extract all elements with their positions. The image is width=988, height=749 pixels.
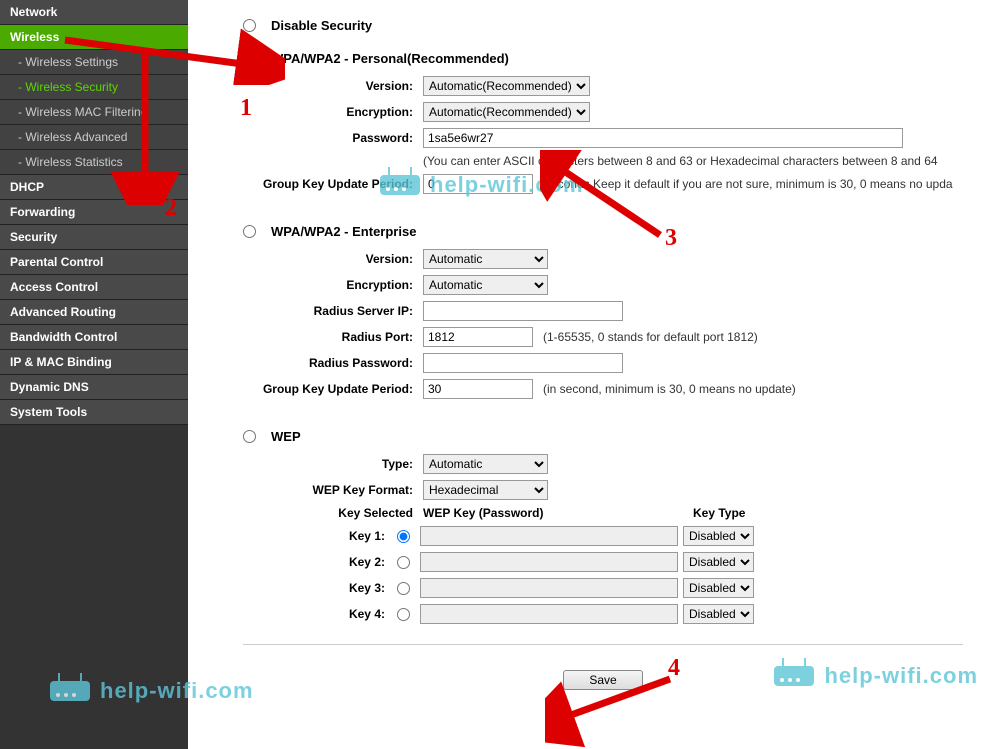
radius-port-hint: (1-65535, 0 stands for default port 1812… bbox=[543, 330, 758, 344]
ent-gkup-label: Group Key Update Period: bbox=[243, 382, 423, 396]
password-label: Password: bbox=[243, 131, 423, 145]
nav-wireless-security[interactable]: - Wireless Security bbox=[0, 75, 188, 100]
wep-format-label: WEP Key Format: bbox=[243, 483, 423, 497]
radius-port-input[interactable] bbox=[423, 327, 533, 347]
disable-security-title: Disable Security bbox=[271, 18, 372, 33]
radius-pass-label: Radius Password: bbox=[243, 356, 423, 370]
nav-parental-control[interactable]: Parental Control bbox=[0, 250, 188, 275]
key2-type[interactable]: Disabled bbox=[683, 552, 754, 572]
nav-wireless[interactable]: Wireless bbox=[0, 25, 188, 50]
nav-wireless-settings[interactable]: - Wireless Settings bbox=[0, 50, 188, 75]
version-label: Version: bbox=[243, 79, 423, 93]
key4-label: Key 4: bbox=[243, 607, 395, 621]
save-button[interactable]: Save bbox=[563, 670, 642, 690]
gkup-label: Group Key Update Period: bbox=[243, 177, 423, 191]
annotation-1: 1 bbox=[240, 95, 252, 122]
key3-input[interactable] bbox=[420, 578, 678, 598]
key3-radio[interactable] bbox=[397, 582, 410, 595]
sidebar: Network Wireless - Wireless Settings - W… bbox=[0, 0, 188, 749]
wpa-personal-title: WPA/WPA2 - Personal(Recommended) bbox=[271, 51, 509, 66]
nav-wireless-mac-filtering[interactable]: - Wireless MAC Filtering bbox=[0, 100, 188, 125]
radius-ip-label: Radius Server IP: bbox=[243, 304, 423, 318]
key1-input[interactable] bbox=[420, 526, 678, 546]
gkup-input[interactable] bbox=[423, 174, 533, 194]
nav-wireless-statistics[interactable]: - Wireless Statistics bbox=[0, 150, 188, 175]
key-selected-label: Key Selected bbox=[243, 506, 423, 520]
nav-access-control[interactable]: Access Control bbox=[0, 275, 188, 300]
radius-ip-input[interactable] bbox=[423, 301, 623, 321]
encryption-select[interactable]: Automatic(Recommended) bbox=[423, 102, 590, 122]
key2-radio[interactable] bbox=[397, 556, 410, 569]
radio-wpa-personal[interactable] bbox=[243, 52, 256, 65]
key3-type[interactable]: Disabled bbox=[683, 578, 754, 598]
wep-format-select[interactable]: Hexadecimal bbox=[423, 480, 548, 500]
nav-dhcp[interactable]: DHCP bbox=[0, 175, 188, 200]
key2-input[interactable] bbox=[420, 552, 678, 572]
key2-label: Key 2: bbox=[243, 555, 395, 569]
nav-bandwidth-control[interactable]: Bandwidth Control bbox=[0, 325, 188, 350]
ent-version-select[interactable]: Automatic bbox=[423, 249, 548, 269]
version-select[interactable]: Automatic(Recommended) bbox=[423, 76, 590, 96]
key4-input[interactable] bbox=[420, 604, 678, 624]
radius-port-label: Radius Port: bbox=[243, 330, 423, 344]
ent-gkup-hint: (in second, minimum is 30, 0 means no up… bbox=[543, 382, 796, 396]
wep-type-select[interactable]: Automatic bbox=[423, 454, 548, 474]
key4-radio[interactable] bbox=[397, 608, 410, 621]
password-hint: (You can enter ASCII characters between … bbox=[423, 154, 938, 168]
nav-security[interactable]: Security bbox=[0, 225, 188, 250]
key-type-col: Key Type bbox=[693, 506, 745, 520]
ent-gkup-input[interactable] bbox=[423, 379, 533, 399]
key4-type[interactable]: Disabled bbox=[683, 604, 754, 624]
nav-ip-mac-binding[interactable]: IP & MAC Binding bbox=[0, 350, 188, 375]
wep-type-label: Type: bbox=[243, 457, 423, 471]
radio-disable-security[interactable] bbox=[243, 19, 256, 32]
ent-encryption-select[interactable]: Automatic bbox=[423, 275, 548, 295]
key1-type[interactable]: Disabled bbox=[683, 526, 754, 546]
wep-title: WEP bbox=[271, 429, 301, 444]
key1-radio[interactable] bbox=[397, 530, 410, 543]
password-input[interactable] bbox=[423, 128, 903, 148]
ent-version-label: Version: bbox=[243, 252, 423, 266]
nav-wireless-advanced[interactable]: - Wireless Advanced bbox=[0, 125, 188, 150]
encryption-label: Encryption: bbox=[243, 105, 423, 119]
annotation-3: 3 bbox=[665, 225, 677, 252]
nav-system-tools[interactable]: System Tools bbox=[0, 400, 188, 425]
gkup-hint: Seconds Keep it default if you are not s… bbox=[543, 177, 953, 191]
main-content: Disable Security WPA/WPA2 - Personal(Rec… bbox=[188, 0, 988, 749]
wpa-enterprise-title: WPA/WPA2 - Enterprise bbox=[271, 224, 416, 239]
radio-wep[interactable] bbox=[243, 430, 256, 443]
key1-label: Key 1: bbox=[243, 529, 395, 543]
nav-dynamic-dns[interactable]: Dynamic DNS bbox=[0, 375, 188, 400]
ent-encryption-label: Encryption: bbox=[243, 278, 423, 292]
nav-advanced-routing[interactable]: Advanced Routing bbox=[0, 300, 188, 325]
radius-pass-input[interactable] bbox=[423, 353, 623, 373]
nav-forwarding[interactable]: Forwarding bbox=[0, 200, 188, 225]
radio-wpa-enterprise[interactable] bbox=[243, 225, 256, 238]
annotation-4: 4 bbox=[668, 655, 680, 682]
annotation-2: 2 bbox=[165, 195, 177, 222]
key3-label: Key 3: bbox=[243, 581, 395, 595]
nav-network[interactable]: Network bbox=[0, 0, 188, 25]
wep-key-col: WEP Key (Password) bbox=[423, 506, 693, 520]
